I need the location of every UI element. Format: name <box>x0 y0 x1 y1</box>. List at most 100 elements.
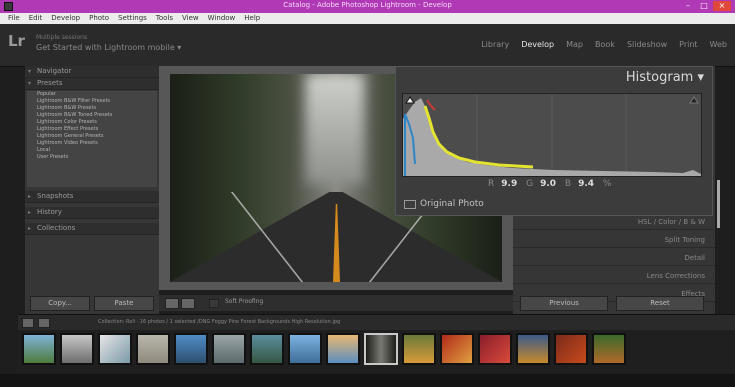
collapse-icon: ▾ <box>28 80 32 87</box>
second-window-icon[interactable] <box>38 318 50 328</box>
menu-bar: File Edit Develop Photo Settings Tools V… <box>0 13 735 24</box>
menu-window[interactable]: Window <box>208 13 236 24</box>
filmstrip-thumb[interactable] <box>326 333 360 365</box>
hsl-panel-header[interactable]: HSL / Color / B & W <box>513 214 715 230</box>
detail-panel-header[interactable]: Detail <box>513 250 715 266</box>
menu-help[interactable]: Help <box>244 13 260 24</box>
filmstrip-thumb[interactable] <box>402 333 436 365</box>
module-web[interactable]: Web <box>710 40 727 49</box>
close-button[interactable]: × <box>713 1 731 11</box>
menu-settings[interactable]: Settings <box>118 13 147 24</box>
right-panel-scrollbar[interactable] <box>717 180 720 228</box>
histogram-panel: Histogram ▾ R 9.9 G 9.0 B 9.4 % Original Ph… <box>395 66 713 216</box>
menu-develop[interactable]: Develop <box>51 13 80 24</box>
footer-bar <box>0 374 735 387</box>
preset-item[interactable]: Local <box>27 147 157 154</box>
history-panel-header[interactable]: ▸ History <box>25 207 159 219</box>
snapshots-panel-header[interactable]: ▸ Snapshots <box>25 191 159 203</box>
expand-icon: ▸ <box>28 193 32 200</box>
navigator-label: Navigator <box>37 67 72 75</box>
copy-button[interactable]: Copy... <box>30 296 90 311</box>
filmstrip-thumb[interactable] <box>212 333 246 365</box>
filmstrip-thumb[interactable] <box>136 333 170 365</box>
module-develop[interactable]: Develop <box>521 40 554 49</box>
collections-panel-header[interactable]: ▸ Collections <box>25 223 159 235</box>
highlight-clipping-icon[interactable] <box>689 96 699 104</box>
menu-photo[interactable]: Photo <box>89 13 109 24</box>
g-label: G <box>526 179 534 189</box>
menu-edit[interactable]: Edit <box>29 13 43 24</box>
presets-list: Popular Lightroom B&W Filter Presets Lig… <box>27 91 157 187</box>
reset-button[interactable]: Reset <box>616 296 704 311</box>
module-print[interactable]: Print <box>679 40 697 49</box>
histogram-graph[interactable] <box>402 93 702 177</box>
filmstrip-header: Collection: Roll · 16 photos / 1 selecte… <box>18 314 735 331</box>
b-value: 9.4 <box>578 179 595 189</box>
navigator-panel-header[interactable]: ▾ Navigator <box>25 66 159 78</box>
filmstrip-thumb[interactable] <box>22 333 56 365</box>
original-photo-toggle[interactable]: Original Photo <box>404 199 484 209</box>
shadow-clipping-icon[interactable] <box>405 96 415 104</box>
menu-view[interactable]: View <box>182 13 199 24</box>
develop-toolbar: Soft Proofing <box>159 295 513 311</box>
split-toning-panel-header[interactable]: Split Toning <box>513 232 715 248</box>
menu-tools[interactable]: Tools <box>156 13 173 24</box>
filmstrip-thumb[interactable] <box>98 333 132 365</box>
filmstrip-thumb[interactable] <box>592 333 626 365</box>
lr-logo: Lr <box>8 32 25 50</box>
original-photo-label: Original Photo <box>420 199 484 209</box>
filmstrip-thumb[interactable] <box>554 333 588 365</box>
preset-item[interactable]: Lightroom B&W Filter Presets <box>27 98 157 105</box>
presets-label: Presets <box>37 79 63 87</box>
module-map[interactable]: Map <box>566 40 583 49</box>
filmstrip-thumb[interactable] <box>250 333 284 365</box>
maximize-button[interactable]: □ <box>697 1 711 11</box>
window-controls: – □ × <box>681 1 731 11</box>
fog-sky <box>306 74 364 184</box>
preset-item[interactable]: Lightroom Video Presets <box>27 140 157 147</box>
preset-item[interactable]: Lightroom B&W Presets <box>27 105 157 112</box>
before-after-button[interactable] <box>181 298 195 309</box>
grid-view-icon[interactable] <box>22 318 34 328</box>
history-label: History <box>37 208 62 216</box>
filmstrip-thumb[interactable] <box>60 333 94 365</box>
identity-plate: Multiple sessions Get Started with Light… <box>36 34 181 52</box>
collapse-icon: ▾ <box>28 68 32 75</box>
filmstrip-thumb[interactable] <box>440 333 474 365</box>
lens-corrections-panel-header[interactable]: Lens Corrections <box>513 268 715 284</box>
filmstrip-thumb[interactable] <box>288 333 322 365</box>
preset-item[interactable]: Lightroom Color Presets <box>27 119 157 126</box>
module-slideshow[interactable]: Slideshow <box>627 40 667 49</box>
identity-line-1: Multiple sessions <box>36 34 88 41</box>
filmstrip-thumb[interactable] <box>516 333 550 365</box>
previous-button[interactable]: Previous <box>520 296 608 311</box>
filmstrip-thumb-selected[interactable] <box>364 333 398 365</box>
soft-proofing-checkbox[interactable] <box>209 299 219 308</box>
photo-icon <box>404 199 416 209</box>
preset-item[interactable]: Popular <box>27 91 157 98</box>
r-value: 9.9 <box>501 179 518 189</box>
preset-item[interactable]: User Presets <box>27 154 157 161</box>
filmstrip-thumb[interactable] <box>478 333 512 365</box>
snapshots-label: Snapshots <box>37 192 74 200</box>
filmstrip-thumb[interactable] <box>174 333 208 365</box>
preset-item[interactable]: Lightroom General Presets <box>27 133 157 140</box>
module-library[interactable]: Library <box>481 40 509 49</box>
module-book[interactable]: Book <box>595 40 615 49</box>
module-picker: Library Develop Map Book Slideshow Print… <box>481 40 727 49</box>
collections-label: Collections <box>37 224 76 232</box>
minimize-button[interactable]: – <box>681 1 695 11</box>
b-label: B <box>564 179 572 189</box>
paste-button[interactable]: Paste <box>94 296 154 311</box>
menu-file[interactable]: File <box>8 13 20 24</box>
preset-item[interactable]: Lightroom B&W Toned Presets <box>27 112 157 119</box>
filmstrip <box>18 330 735 374</box>
preset-item[interactable]: Lightroom Effect Presets <box>27 126 157 133</box>
expand-icon: ▸ <box>28 209 32 216</box>
loupe-view-button[interactable] <box>165 298 179 309</box>
identity-line-2[interactable]: Get Started with Lightroom mobile ▾ <box>36 43 181 52</box>
histogram-title[interactable]: Histogram ▾ <box>626 70 704 85</box>
percent-unit: % <box>602 179 612 189</box>
presets-panel-header[interactable]: ▾ Presets <box>25 78 159 90</box>
histogram-red-channel <box>426 99 436 111</box>
